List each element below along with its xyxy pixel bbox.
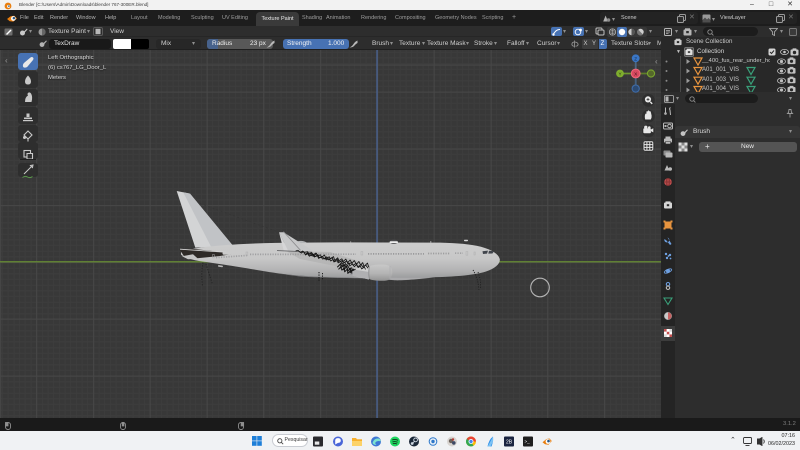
svg-text:Y: Y xyxy=(618,72,621,77)
svg-text:>_: >_ xyxy=(525,439,531,444)
svg-text:Z: Z xyxy=(634,56,637,61)
svg-text:2B: 2B xyxy=(506,439,513,445)
